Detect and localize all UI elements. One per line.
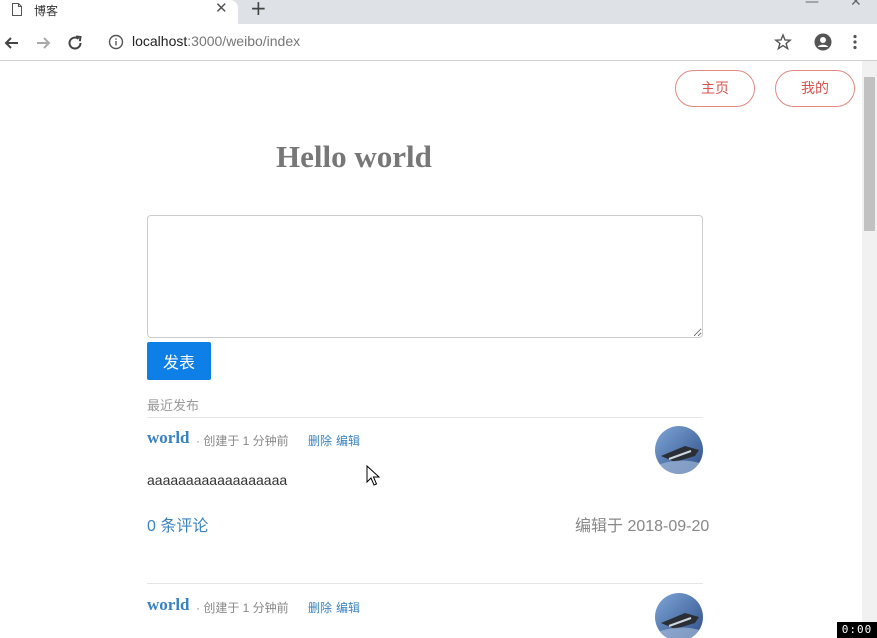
section-label: 最近发布 bbox=[147, 398, 200, 413]
delete-link[interactable]: 删除 bbox=[308, 599, 332, 616]
delete-link[interactable]: 删除 bbox=[308, 432, 332, 449]
page-title: Hello world bbox=[276, 139, 432, 174]
comments-link[interactable]: 0 条评论 bbox=[147, 512, 208, 536]
page-icon bbox=[12, 3, 22, 16]
post-content: aaaaaaaaaaaaaaaaaa bbox=[147, 472, 288, 488]
browser-toolbar: localhost:3000/weibo/index bbox=[0, 24, 877, 61]
scrollbar-thumb[interactable] bbox=[864, 77, 875, 231]
divider bbox=[147, 417, 703, 418]
url-host: localhost bbox=[132, 33, 188, 49]
post-author[interactable]: world bbox=[147, 428, 190, 448]
cursor-icon bbox=[366, 465, 380, 486]
close-icon[interactable]: ✕ bbox=[215, 0, 228, 16]
avatar[interactable] bbox=[655, 593, 703, 638]
post-meta: · 创建于 1 分钟前 bbox=[196, 601, 289, 615]
url-path: :3000/weibo/index bbox=[187, 33, 301, 49]
post-author[interactable]: world bbox=[147, 595, 190, 615]
home-button[interactable]: 主页 bbox=[675, 70, 755, 107]
edit-link[interactable]: 编辑 bbox=[336, 599, 360, 616]
window-close-icon[interactable]: ✕ bbox=[850, 0, 862, 10]
info-icon[interactable] bbox=[108, 34, 124, 50]
post-button[interactable]: 发表 bbox=[147, 342, 211, 380]
post-meta: · 创建于 1 分钟前 bbox=[196, 434, 289, 448]
back-icon[interactable] bbox=[3, 34, 21, 52]
avatar[interactable] bbox=[655, 426, 703, 474]
tab-title: 博客 bbox=[34, 4, 59, 18]
mine-button[interactable]: 我的 bbox=[775, 70, 855, 107]
minimize-icon[interactable]: — bbox=[805, 0, 819, 10]
plus-icon[interactable]: + bbox=[250, 0, 267, 18]
account-icon[interactable] bbox=[814, 33, 832, 51]
edit-link[interactable]: 编辑 bbox=[336, 432, 360, 449]
divider bbox=[147, 583, 703, 584]
forward-icon[interactable] bbox=[34, 34, 52, 52]
browser-tab[interactable]: 博客 ✕ bbox=[0, 0, 238, 24]
menu-icon[interactable] bbox=[846, 33, 864, 51]
address-bar[interactable]: localhost:3000/weibo/index bbox=[132, 33, 300, 49]
page-content: 主页 我的 Hello world 发表 最近发布 world · 创建于 1 … bbox=[0, 61, 862, 638]
reload-icon[interactable] bbox=[66, 34, 84, 52]
edited-date: 编辑于 2018-09-20 bbox=[575, 518, 710, 535]
timer-badge: 0:00 bbox=[837, 622, 877, 638]
post-textarea[interactable] bbox=[147, 215, 703, 338]
scrollbar[interactable] bbox=[862, 61, 877, 638]
tab-strip: 博客 ✕ + — ✕ bbox=[0, 0, 877, 24]
star-icon[interactable] bbox=[774, 33, 792, 51]
